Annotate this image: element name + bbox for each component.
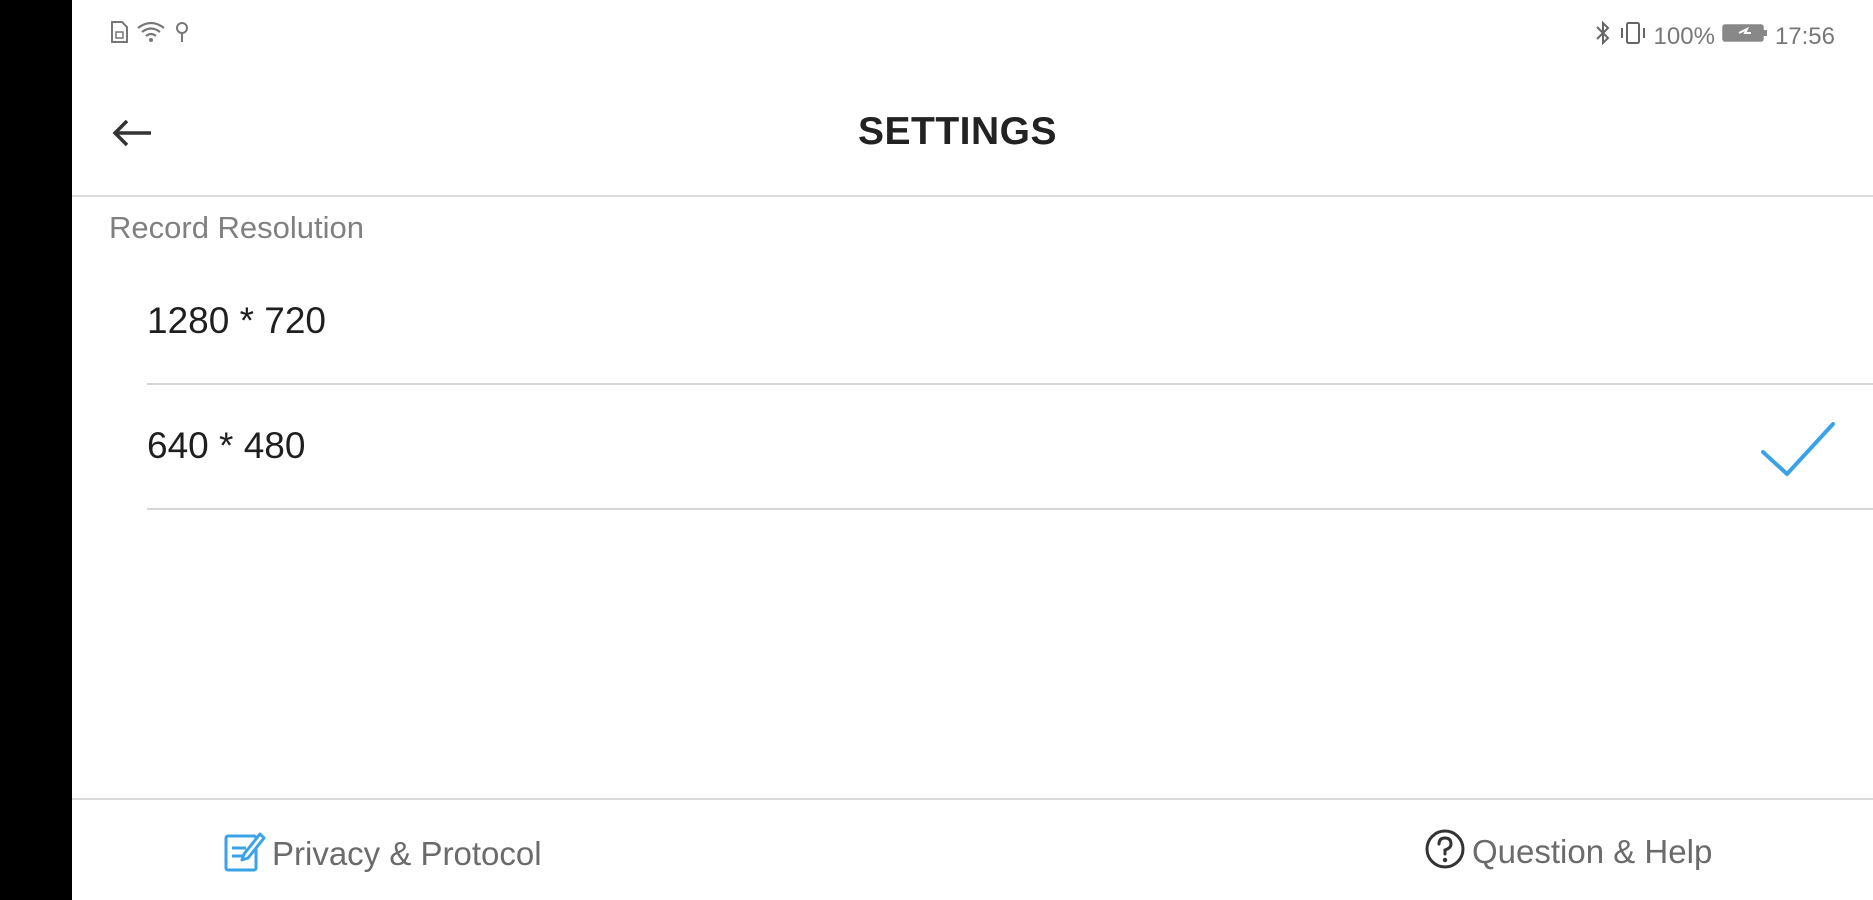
status-time: 17:56 [1774,22,1835,50]
section-label-record-resolution: Record Resolution [109,210,365,245]
app-header: SETTINGS [72,72,1873,197]
resolution-option-640x480[interactable]: 640 * 480 [147,384,1873,510]
location-icon [172,20,192,49]
battery-icon [1721,21,1769,52]
checkmark-icon [1757,418,1839,480]
status-bar-left [108,20,192,49]
edit-document-icon [222,828,266,879]
sim-icon [108,20,130,49]
bluetooth-icon [1594,20,1612,53]
option-label: 640 * 480 [147,425,306,466]
battery-percent: 100% [1653,22,1715,50]
privacy-protocol-label: Privacy & Protocol [272,834,542,872]
status-bar: 100% 17:56 [72,0,1873,72]
privacy-protocol-link[interactable]: Privacy & Protocol [222,828,542,879]
status-bar-right: 100% 17:56 [1594,20,1835,53]
page-title: SETTINGS [857,110,1058,153]
footer: Privacy & Protocol Question & Help [72,798,1873,900]
question-help-link[interactable]: Question & Help [1424,828,1712,875]
wifi-icon [136,20,166,49]
option-label: 1280 * 720 [147,300,327,341]
vibrate-icon [1618,20,1648,53]
question-help-label: Question & Help [1472,832,1713,870]
app-screen: 100% 17:56 SETTINGS Record Resolution 12… [72,0,1873,900]
device-frame: 100% 17:56 SETTINGS Record Resolution 12… [0,0,1873,900]
resolution-option-1280x720[interactable]: 1280 * 720 [147,259,1873,385]
question-circle-icon [1424,828,1466,875]
